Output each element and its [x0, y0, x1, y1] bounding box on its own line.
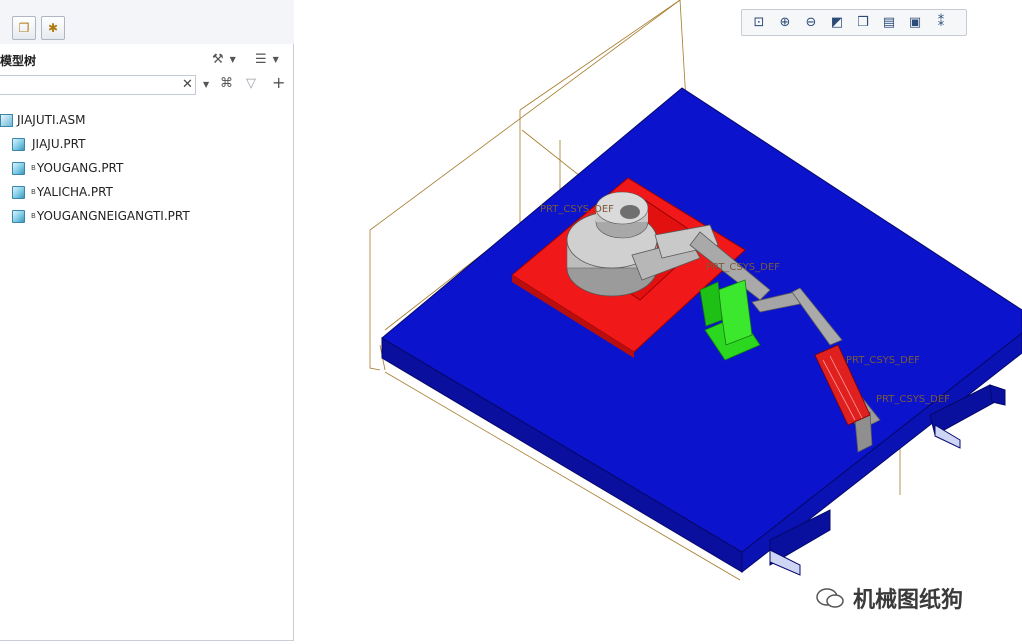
- filter-icon[interactable]: ▽: [246, 76, 256, 91]
- add-icon[interactable]: +: [272, 73, 285, 92]
- model-render[interactable]: PRT_CSYS_DEF PRT_CSYS_DEF PRT_CSYS_DEF P…: [294, 0, 1022, 644]
- tree-item-label: YOUGANGNEIGANGTI.PRT: [36, 209, 190, 223]
- datum-label: PRT_CSYS_DEF: [540, 204, 614, 215]
- search-options-dropdown[interactable]: ▼: [203, 80, 209, 89]
- tab-favorites[interactable]: ✱: [41, 16, 65, 40]
- part-icon: [12, 185, 25, 199]
- view-toolbar: ⊡ ⊕ ⊖ ◩ ❒ ▤ ▣ ⁑: [741, 9, 967, 36]
- tools-icon: ⚒: [212, 51, 224, 67]
- part-icon: [12, 209, 25, 223]
- tree-item-yalicha[interactable]: B YALICHA.PRT: [0, 180, 293, 204]
- saved-views-icon[interactable]: ▤: [878, 12, 900, 34]
- watermark-text: 机械图纸狗: [853, 588, 964, 613]
- datum-display-icon[interactable]: ⁑: [930, 12, 952, 34]
- watermark: 机械图纸狗: [815, 582, 963, 614]
- refit-icon[interactable]: ⊡: [748, 12, 770, 34]
- tree-item-yougangneiganti[interactable]: B YOUGANGNEIGANGTI.PRT: [0, 204, 293, 228]
- star-folder-icon: ✱: [47, 21, 59, 35]
- tree-item-label: YOUGANG.PRT: [36, 161, 124, 175]
- navigator-tab-strip: ❐ ✱: [0, 0, 294, 45]
- zoom-in-icon[interactable]: ⊕: [774, 12, 796, 34]
- chat-bubbles-icon: [815, 587, 845, 609]
- part-icon: [12, 161, 25, 175]
- tree-item-label: JIAJUTI.ASM: [17, 113, 86, 127]
- tree-item-label: YALICHA.PRT: [36, 185, 113, 199]
- graphics-viewport[interactable]: PRT_CSYS_DEF PRT_CSYS_DEF PRT_CSYS_DEF P…: [294, 0, 1022, 644]
- datum-label: PRT_CSYS_DEF: [846, 355, 920, 366]
- tree-root-item[interactable]: JIAJUTI.ASM: [0, 108, 293, 132]
- display-style-icon[interactable]: ❒: [852, 12, 874, 34]
- model-tree-header: 模型树 ⚒ ▼ ☰ ▼: [0, 44, 293, 72]
- part-flag: B: [31, 164, 36, 172]
- view-manager-icon[interactable]: ▣: [904, 12, 926, 34]
- assembly-icon: [0, 113, 13, 127]
- search-input[interactable]: [0, 75, 196, 95]
- list-icon: ☰: [255, 51, 267, 67]
- zoom-out-icon[interactable]: ⊖: [800, 12, 822, 34]
- model-tree: JIAJUTI.ASM JIAJU.PRT B YOUGANG.PRT B YA…: [0, 108, 293, 228]
- datum-label: PRT_CSYS_DEF: [876, 394, 950, 405]
- tree-settings-button[interactable]: ⚒ ▼: [212, 49, 236, 69]
- datum-label: PRT_CSYS_DEF: [706, 262, 780, 273]
- part-flag: B: [31, 212, 36, 220]
- model-tree-panel: 模型树 ⚒ ▼ ☰ ▼ ✕ ▼ ⌘ ▽ + JIAJUTI.ASM JIAJU.…: [0, 44, 294, 641]
- panel-title: 模型树: [0, 54, 37, 68]
- repaint-icon[interactable]: ◩: [826, 12, 848, 34]
- part-flag: B: [31, 188, 36, 196]
- tab-folder-browser[interactable]: ❐: [12, 16, 36, 40]
- chevron-down-icon: ▼: [272, 54, 279, 64]
- tree-search-row: ✕ ▼ ⌘ ▽ +: [0, 73, 293, 97]
- close-icon[interactable]: ✕: [182, 77, 193, 92]
- folder-pages-icon: ❐: [18, 21, 30, 35]
- tree-item-jiaju[interactable]: JIAJU.PRT: [0, 132, 293, 156]
- tree-item-yougang[interactable]: B YOUGANG.PRT: [0, 156, 293, 180]
- chevron-down-icon: ▼: [229, 54, 236, 64]
- tree-display-button[interactable]: ☰ ▼: [255, 49, 279, 69]
- find-binoculars-icon[interactable]: ⌘: [220, 76, 233, 91]
- tree-item-label: JIAJU.PRT: [32, 137, 86, 151]
- part-icon: [12, 137, 25, 151]
- base-plate: [381, 87, 1022, 553]
